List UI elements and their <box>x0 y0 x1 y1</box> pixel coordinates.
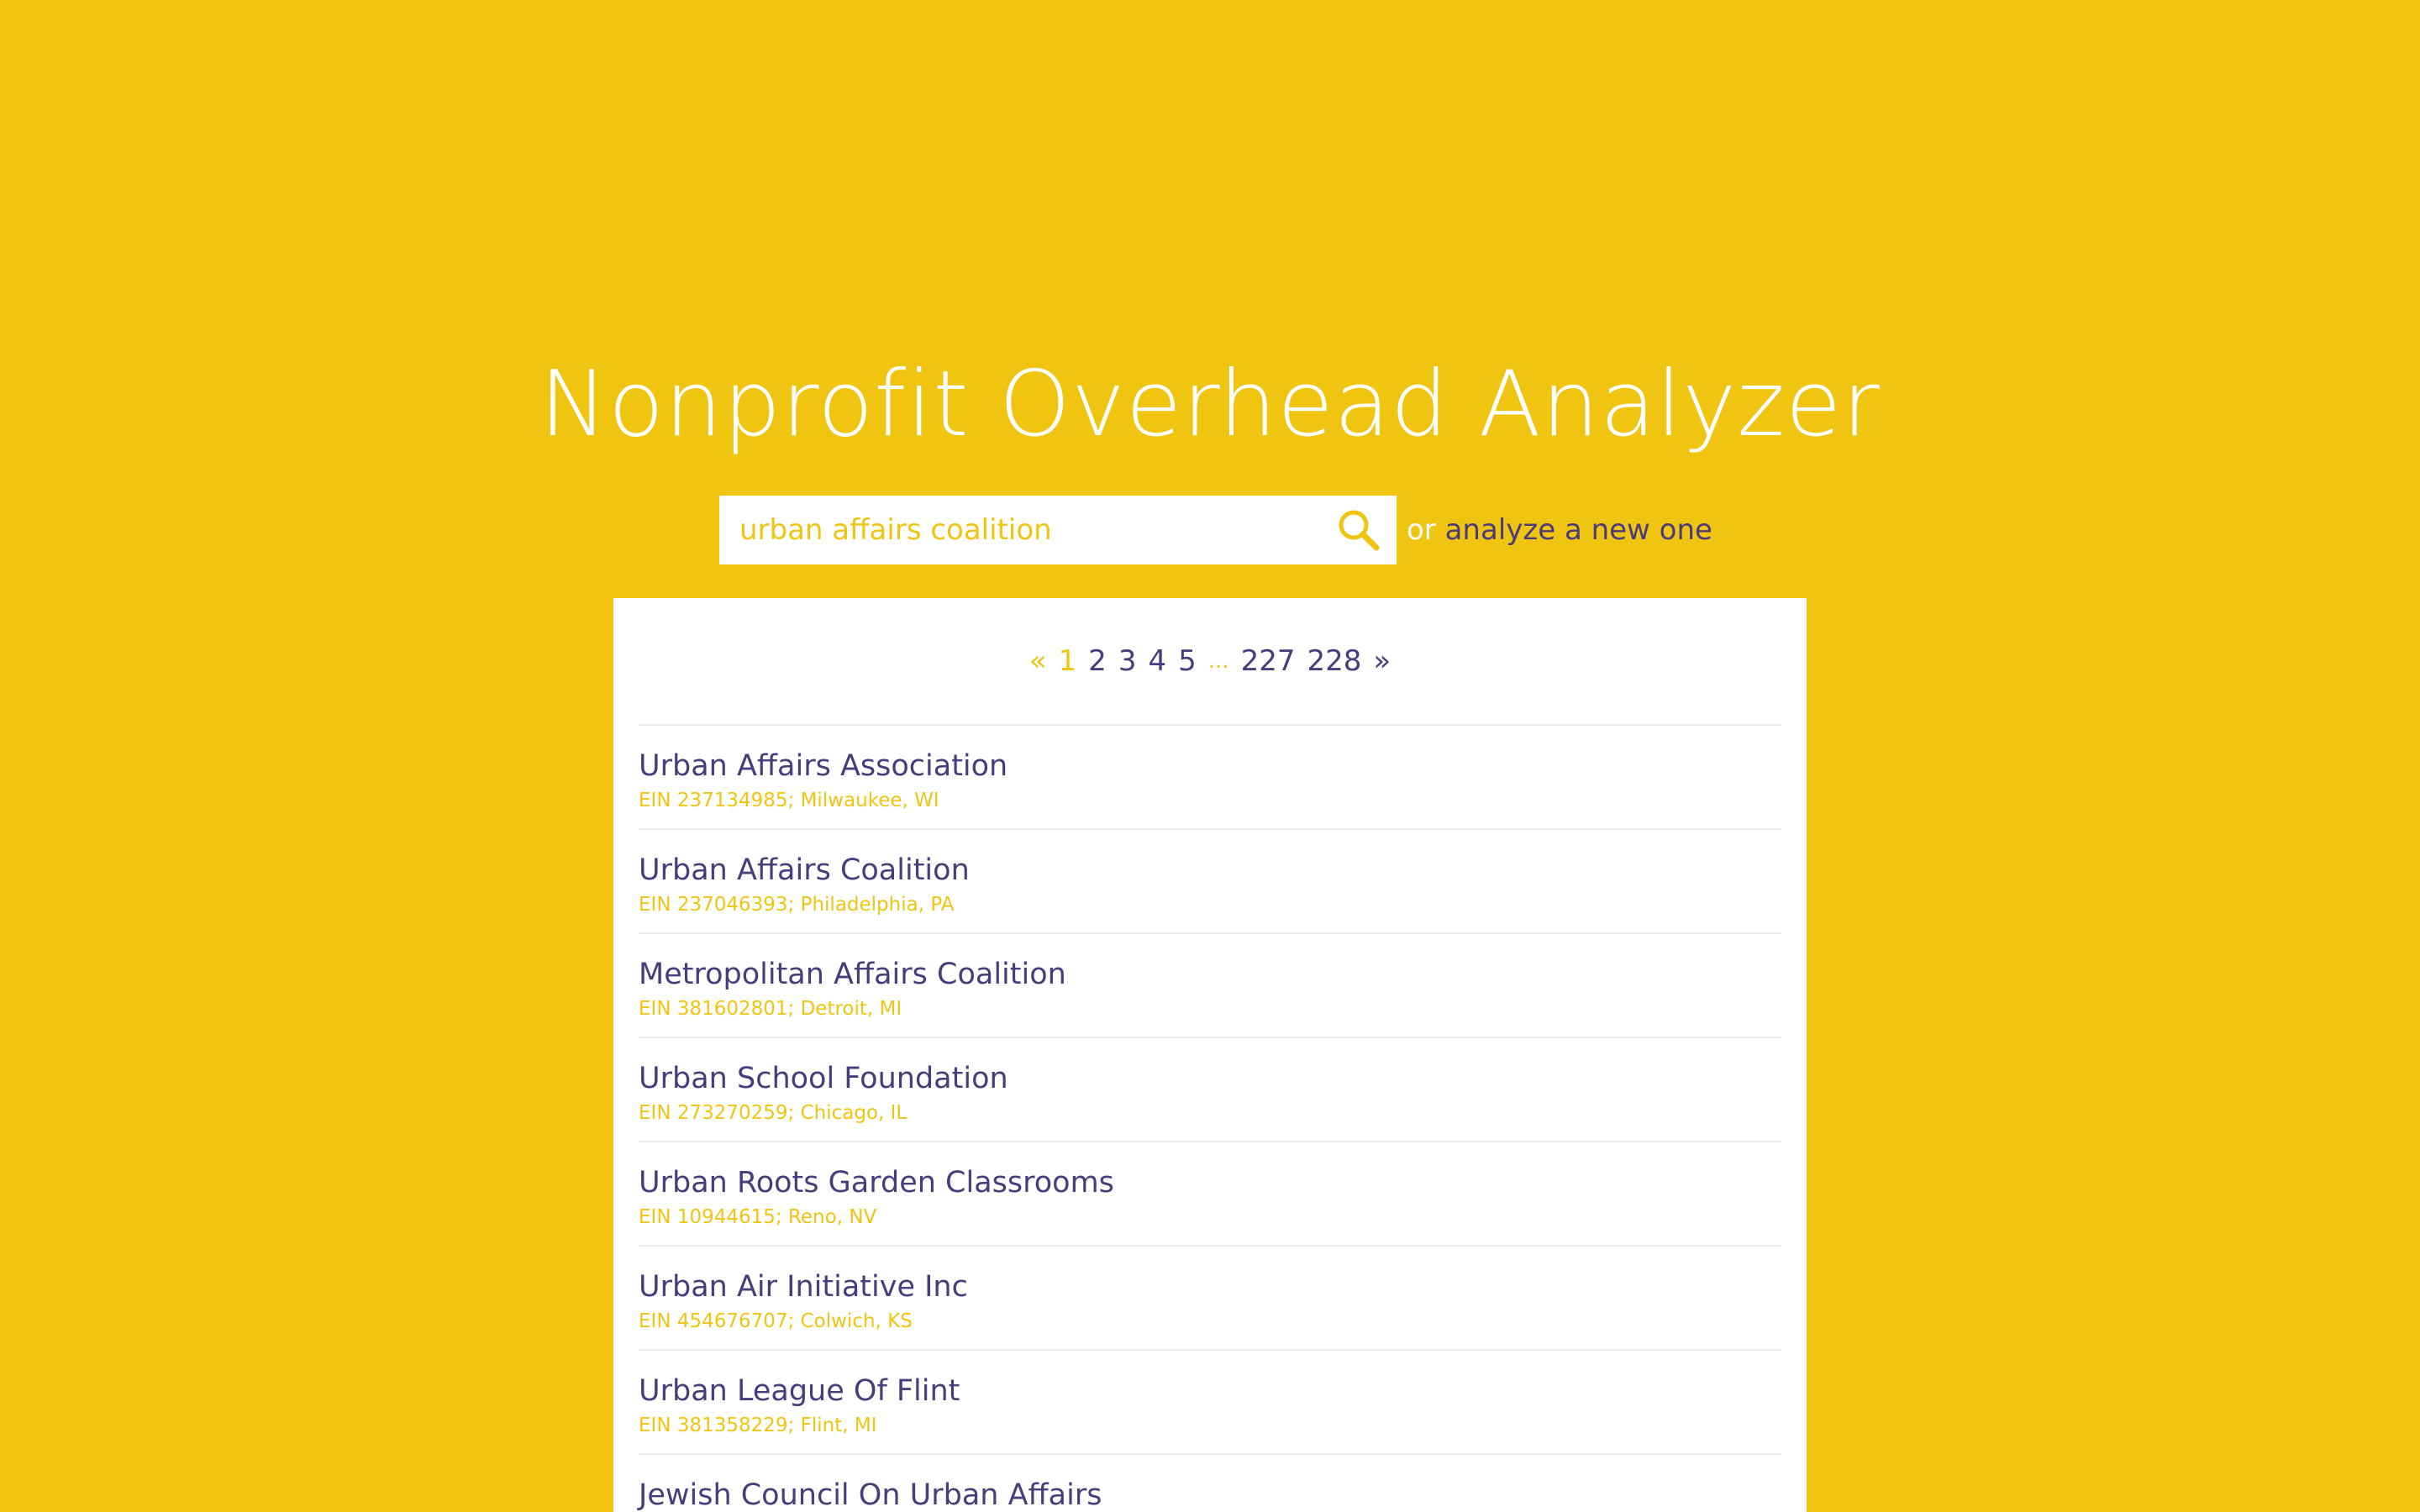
results-list: Urban Affairs Association EIN 237134985;… <box>639 726 1781 1512</box>
pagination-page[interactable]: 5 <box>1178 644 1197 678</box>
result-item[interactable]: Urban Air Initiative Inc EIN 454676707; … <box>639 1247 1781 1351</box>
search-button[interactable] <box>1331 502 1386 558</box>
result-item[interactable]: Urban Affairs Association EIN 237134985;… <box>639 726 1781 830</box>
result-item[interactable]: Metropolitan Affairs Coalition EIN 38160… <box>639 934 1781 1038</box>
search-input[interactable] <box>739 501 1331 559</box>
or-label: or <box>1407 513 1436 547</box>
search-row: or analyze a new one <box>719 496 1712 564</box>
search-icon <box>1339 510 1380 551</box>
pagination-page[interactable]: 3 <box>1118 644 1137 678</box>
pagination-page-current[interactable]: 1 <box>1059 644 1077 678</box>
pagination-page[interactable]: 4 <box>1149 644 1167 678</box>
result-item[interactable]: Urban School Foundation EIN 273270259; C… <box>639 1038 1781 1142</box>
result-item[interactable]: Urban Roots Garden Classrooms EIN 109446… <box>639 1142 1781 1247</box>
result-meta: EIN 273270259; Chicago, IL <box>639 1102 908 1124</box>
result-name[interactable]: Metropolitan Affairs Coalition <box>639 956 1781 993</box>
pagination-next[interactable]: » <box>1373 644 1391 678</box>
results-panel: « 1 2 3 4 5 ... 227 228 » Urban Affairs … <box>613 598 1807 1512</box>
result-meta: EIN 381358229; Flint, MI <box>639 1415 877 1436</box>
analyze-new-link[interactable]: analyze a new one <box>1445 513 1712 547</box>
result-meta: EIN 381602801; Detroit, MI <box>639 998 902 1020</box>
result-meta: EIN 237134985; Milwaukee, WI <box>639 790 939 811</box>
result-name[interactable]: Urban School Foundation <box>639 1060 1781 1097</box>
pagination-page[interactable]: 227 <box>1241 644 1296 678</box>
result-meta: EIN 454676707; Colwich, KS <box>639 1310 913 1332</box>
result-meta: EIN 10944615; Reno, NV <box>639 1206 877 1228</box>
pagination-ellipsis: ... <box>1207 648 1229 674</box>
result-item[interactable]: Urban League Of Flint EIN 381358229; Fli… <box>639 1351 1781 1455</box>
pagination-page[interactable]: 2 <box>1088 644 1107 678</box>
page-title: Nonprofit Overhead Analyzer <box>539 352 1881 458</box>
result-name[interactable]: Urban Roots Garden Classrooms <box>639 1164 1781 1201</box>
search-box <box>719 496 1397 564</box>
result-item[interactable]: Jewish Council On Urban Affairs <box>639 1455 1781 1512</box>
pagination-page[interactable]: 228 <box>1307 644 1362 678</box>
result-name[interactable]: Urban Air Initiative Inc <box>639 1268 1781 1305</box>
result-meta: EIN 237046393; Philadelphia, PA <box>639 894 955 916</box>
pagination-prev[interactable]: « <box>1029 644 1047 678</box>
result-name[interactable]: Urban League Of Flint <box>639 1373 1781 1410</box>
alt-action: or analyze a new one <box>1407 513 1712 547</box>
page: Nonprofit Overhead Analyzer or analyze a… <box>0 0 2420 1512</box>
result-item[interactable]: Urban Affairs Coalition EIN 237046393; P… <box>639 830 1781 934</box>
pagination: « 1 2 3 4 5 ... 227 228 » <box>639 598 1781 726</box>
result-name[interactable]: Jewish Council On Urban Affairs <box>639 1477 1781 1512</box>
result-name[interactable]: Urban Affairs Coalition <box>639 852 1781 889</box>
result-name[interactable]: Urban Affairs Association <box>639 748 1781 785</box>
